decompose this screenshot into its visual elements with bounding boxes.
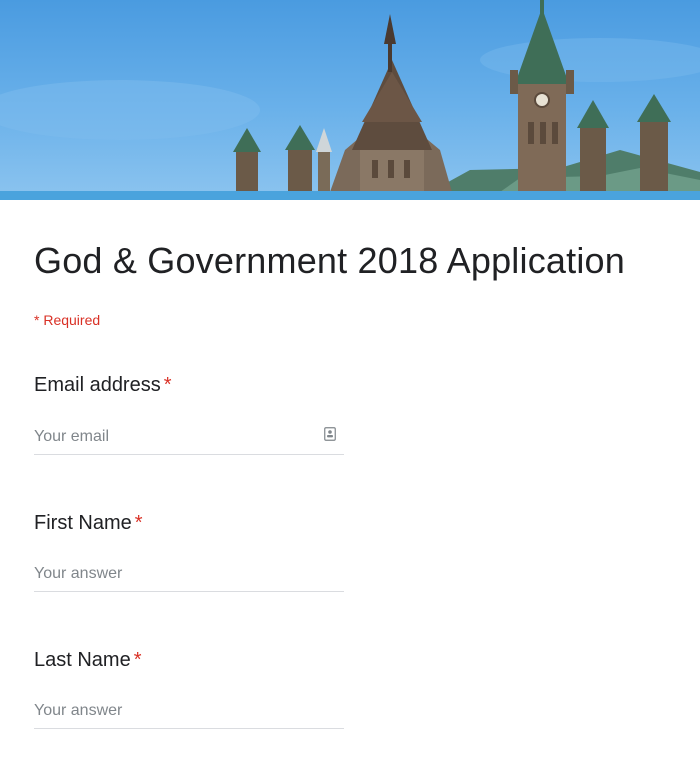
first-name-question-label: First Name * bbox=[34, 512, 143, 535]
email-field-container bbox=[34, 424, 344, 455]
required-asterisk: * bbox=[134, 512, 143, 534]
form-page: God & Government 2018 Application * Requ… bbox=[0, 0, 700, 762]
required-asterisk: * bbox=[133, 649, 142, 671]
form-title: God & Government 2018 Application bbox=[34, 240, 625, 281]
parliament-buildings-illustration bbox=[0, 0, 700, 192]
required-note: * Required bbox=[34, 312, 101, 328]
header-banner-image bbox=[0, 0, 700, 200]
contact-card-icon bbox=[324, 427, 336, 441]
last-name-question-label: Last Name * bbox=[34, 649, 142, 672]
first-name-field-container bbox=[34, 561, 344, 592]
last-name-field-container bbox=[34, 698, 344, 729]
email-label-text: Email address bbox=[34, 374, 161, 396]
email-question-label: Email address * bbox=[34, 374, 172, 397]
required-asterisk: * bbox=[163, 374, 172, 396]
last-name-input[interactable] bbox=[34, 698, 314, 724]
first-name-label-text: First Name bbox=[34, 512, 132, 534]
first-name-input[interactable] bbox=[34, 561, 314, 587]
banner-accent-strip bbox=[0, 191, 700, 200]
last-name-label-text: Last Name bbox=[34, 649, 131, 671]
email-input[interactable] bbox=[34, 424, 314, 450]
